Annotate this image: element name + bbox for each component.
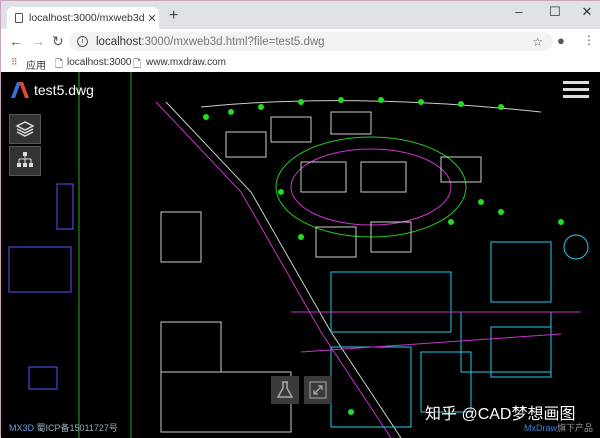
cad-drawing[interactable]	[1, 72, 600, 438]
address-bar: ← → ↻ i localhost:3000/mxweb3d.html?file…	[1, 29, 600, 54]
bookmarks-bar: ⠿ 应用 🗋 localhost:3000 🗋 www.mxdraw.com	[1, 54, 600, 72]
info-icon[interactable]: i	[77, 36, 88, 47]
bookmark-apps[interactable]: 应用	[26, 57, 46, 72]
footer-right: MxDraw旗下产品	[524, 421, 593, 434]
maximize-button[interactable]: ☐	[545, 4, 565, 20]
tree-button[interactable]	[9, 146, 41, 176]
flask-icon	[275, 380, 295, 400]
layers-button[interactable]	[9, 114, 41, 144]
footer-icp[interactable]: 蜀ICP备15011727号	[37, 423, 118, 433]
bookmark-mxdraw[interactable]: www.mxdraw.com	[146, 57, 226, 68]
browser-tab[interactable]: localhost:3000/mxweb3d.html ✕	[7, 7, 159, 29]
analysis-button[interactable]	[271, 376, 299, 404]
footer-left: MX3D 蜀ICP备15011727号	[9, 421, 118, 434]
file-name: test5.dwg	[34, 82, 94, 98]
forward-button[interactable]: →	[31, 33, 45, 49]
new-tab-button[interactable]: +	[169, 7, 178, 25]
page-icon	[15, 13, 23, 23]
apps-grid-icon: ⠿	[11, 57, 18, 68]
tree-structure-icon	[15, 151, 35, 171]
url-host: localhost	[96, 36, 141, 48]
tab-bar: localhost:3000/mxweb3d.html ✕ + – ☐ ✕	[1, 1, 600, 29]
close-window-button[interactable]: ✕	[577, 4, 597, 20]
mxdraw-logo	[9, 80, 29, 100]
expand-icon	[308, 380, 328, 400]
reload-button[interactable]: ↻	[52, 33, 64, 50]
close-tab-icon[interactable]: ✕	[145, 12, 159, 25]
footer-brand[interactable]: MX3D	[9, 423, 34, 433]
url-input[interactable]: i localhost:3000/mxweb3d.html?file=test5…	[69, 32, 553, 51]
menu-dots-icon[interactable]: ⋮	[583, 33, 595, 47]
cad-viewer[interactable]: test5.dwg 知乎 @CAD梦想画图 MX3D 蜀ICP备15011727…	[1, 72, 600, 438]
profile-icon[interactable]: ●	[557, 33, 565, 48]
minimize-button[interactable]: –	[509, 4, 529, 19]
footer-mxdraw-link[interactable]: MxDraw	[524, 423, 557, 433]
footer-suffix: 旗下产品	[557, 423, 593, 433]
url-path: :3000/mxweb3d.html?file=test5.dwg	[141, 36, 324, 48]
tab-title: localhost:3000/mxweb3d.html	[29, 12, 145, 24]
layers-icon	[15, 119, 35, 139]
bookmark-localhost[interactable]: localhost:3000	[67, 57, 132, 68]
fullscreen-button[interactable]	[304, 376, 332, 404]
hamburger-menu-icon[interactable]	[563, 81, 589, 102]
bookmark-star-icon[interactable]: ☆	[532, 35, 543, 49]
back-button[interactable]: ←	[9, 33, 23, 49]
